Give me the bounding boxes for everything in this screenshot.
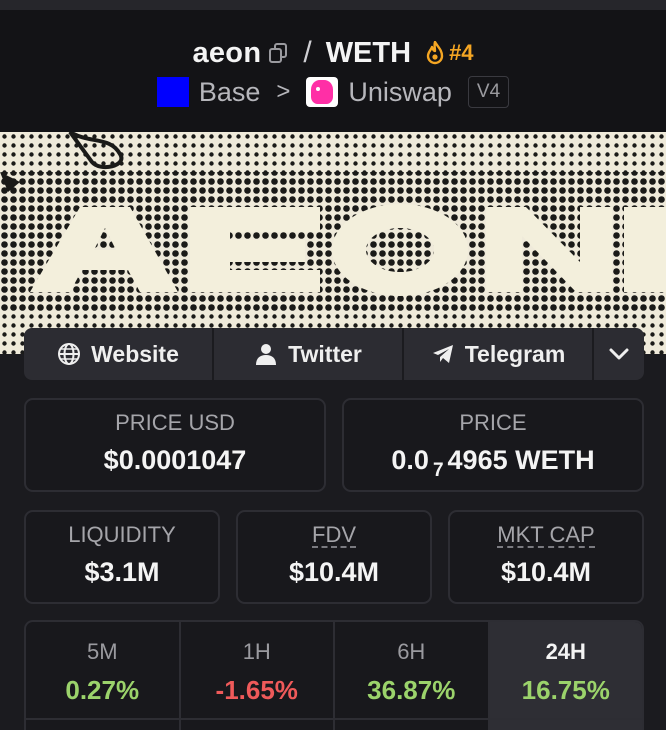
tab-1h-change: -1.65%	[215, 675, 298, 705]
pair-meta-row: Base > Uniswap V4	[0, 76, 666, 108]
tab-6h-change: 36.87%	[367, 675, 456, 705]
price-zero-count: 7	[432, 460, 444, 481]
token-banner-image	[0, 132, 666, 354]
price-usd-card: PRICE USD $0.0001047	[24, 398, 326, 492]
fdv-label[interactable]: FDV	[312, 524, 356, 548]
liquidity-value: $3.1M	[84, 557, 160, 587]
liquidity-card: LIQUIDITY $3.1M	[24, 510, 220, 604]
pair-title-row: aeon / WETH #4	[0, 36, 666, 70]
tab-5m[interactable]: 5M 0.27%	[26, 622, 181, 730]
chain-name[interactable]: Base	[199, 77, 261, 108]
tab-24h-change: 16.75%	[521, 675, 610, 705]
market-cap-card[interactable]: MKT CAP $10.4M	[448, 510, 644, 604]
twitter-link[interactable]: Twitter	[214, 328, 404, 380]
chevron-down-icon	[609, 348, 629, 360]
banner-halftone-art	[0, 132, 666, 354]
website-label: Website	[91, 340, 179, 367]
flame-icon	[426, 41, 444, 65]
telegram-icon	[432, 345, 453, 363]
tab-6h[interactable]: 6H 36.87%	[335, 622, 490, 730]
telegram-link[interactable]: Telegram	[404, 328, 594, 380]
price-prefix: 0.0	[391, 445, 429, 475]
telegram-label: Telegram	[464, 340, 566, 367]
market-cap-label[interactable]: MKT CAP	[497, 524, 595, 548]
more-links-button[interactable]	[594, 328, 644, 380]
liquidity-label: LIQUIDITY	[68, 522, 176, 547]
price-native-value: 0.0 7 4965 WETH	[344, 444, 642, 481]
price-native-label: PRICE	[459, 410, 527, 435]
tab-24h[interactable]: 24H 16.75%	[489, 622, 642, 730]
website-link[interactable]: Website	[24, 328, 214, 380]
quote-token-symbol: WETH	[325, 36, 412, 69]
price-usd-label: PRICE USD	[115, 410, 235, 435]
user-icon	[256, 344, 277, 365]
base-chain-icon	[156, 77, 189, 107]
fdv-value: $10.4M	[288, 557, 380, 587]
pair-header: aeon / WETH #4 Base > Uniswap V4	[0, 10, 666, 132]
uniswap-icon	[306, 77, 339, 107]
price-native-card: PRICE 0.0 7 4965 WETH	[342, 398, 644, 492]
dex-name[interactable]: Uniswap	[348, 77, 452, 108]
tab-1h[interactable]: 1H -1.65%	[181, 622, 335, 730]
top-strip	[0, 0, 666, 10]
breadcrumb-separator: >	[276, 78, 291, 105]
market-cap-value: $10.4M	[500, 557, 592, 587]
tab-5m-change: 0.27%	[65, 675, 140, 705]
rank-text: #4	[449, 40, 474, 65]
timeframe-tabs: 5M 0.27% 1H -1.65% 6H 36.87% 24H 16.75%	[24, 620, 644, 730]
tab-5m-label: 5M	[86, 639, 118, 664]
fdv-card[interactable]: FDV $10.4M	[236, 510, 432, 604]
tab-6h-label: 6H	[397, 639, 426, 664]
pair-separator: /	[303, 36, 312, 69]
trending-rank-badge[interactable]: #4	[425, 40, 474, 66]
social-links-bar: Website Twitter Telegram	[24, 328, 644, 380]
tab-24h-label: 24H	[545, 639, 586, 664]
tab-1h-label: 1H	[242, 639, 271, 664]
price-usd-value: $0.0001047	[103, 445, 247, 475]
price-digits: 4965 WETH	[447, 445, 595, 475]
twitter-label: Twitter	[288, 340, 362, 367]
dex-version-badge: V4	[467, 76, 510, 108]
copy-icon[interactable]	[267, 42, 289, 64]
globe-icon	[58, 343, 81, 365]
timeframe-divider	[24, 718, 644, 720]
base-token-symbol[interactable]: aeon	[192, 37, 261, 70]
